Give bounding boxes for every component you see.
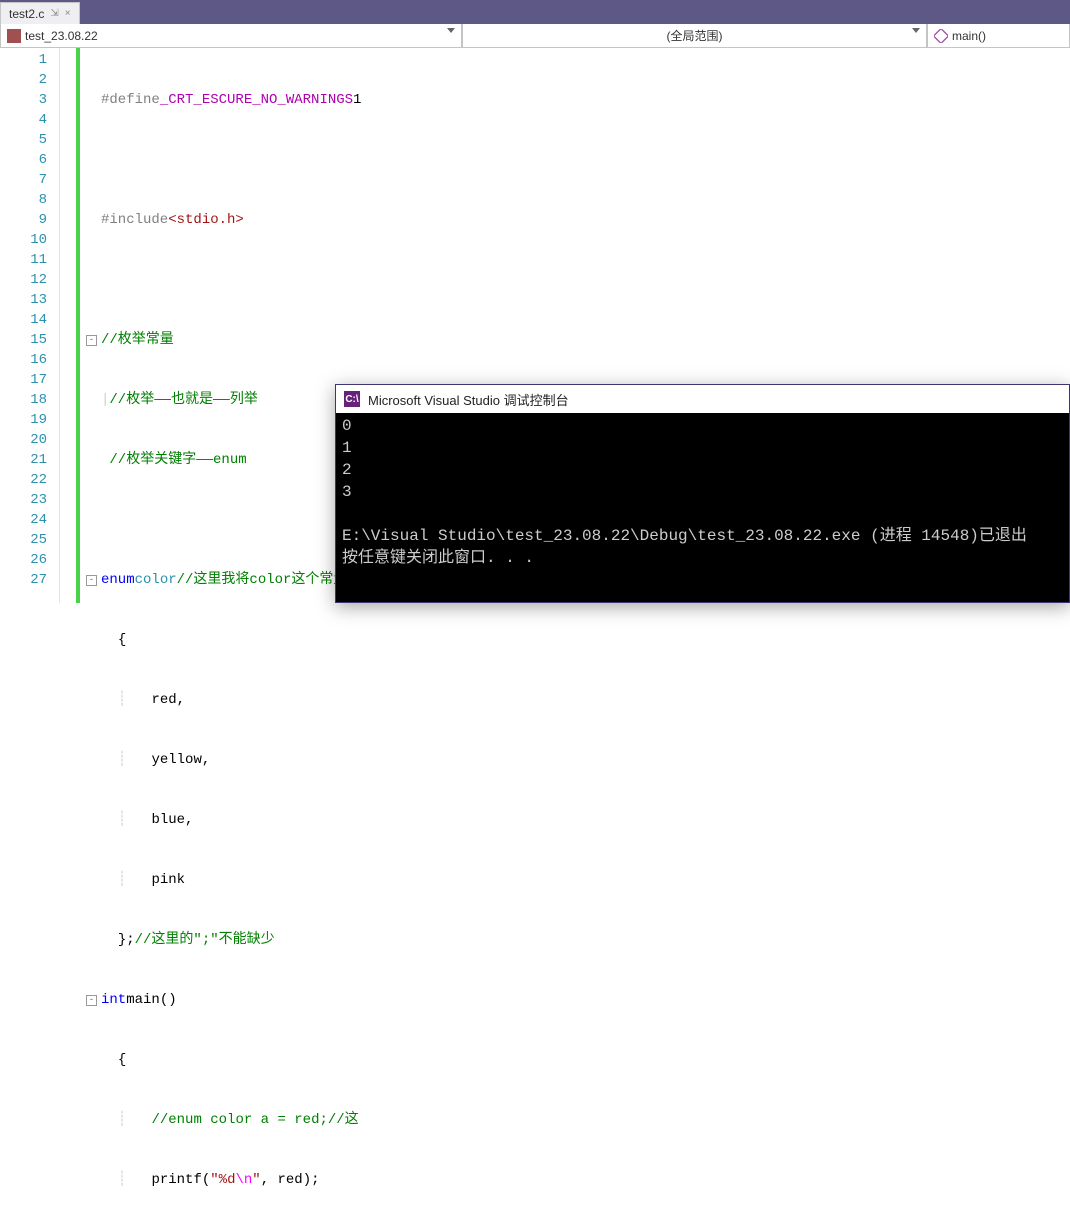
token: #define [101, 90, 160, 110]
token: //枚举――也就是――列举 [109, 390, 257, 410]
console-line: 按任意键关闭此窗口. . . [342, 549, 534, 567]
file-tab-test2c[interactable]: test2.c ⇲ × [0, 2, 80, 24]
vs-console-icon: C:\ [344, 391, 360, 407]
token: \n [235, 1170, 252, 1190]
token: int [101, 990, 126, 1010]
chevron-down-icon [447, 28, 455, 33]
token: pink [151, 870, 185, 890]
token: //枚举关键字――enum [109, 450, 246, 470]
console-line: 0 [342, 417, 352, 435]
tab-filename: test2.c [9, 7, 44, 21]
line-number-gutter: 1234567891011121314151617181920212223242… [0, 48, 60, 603]
fold-minus-icon[interactable]: - [86, 575, 97, 586]
console-output[interactable]: 0 1 2 3 E:\Visual Studio\test_23.08.22\D… [336, 413, 1069, 602]
token: yellow, [151, 750, 210, 770]
breakpoint-margin[interactable] [60, 48, 76, 603]
token: main [126, 990, 160, 1010]
pin-icon[interactable]: ⇲ [50, 8, 58, 19]
token: #include [101, 210, 168, 230]
console-line: 2 [342, 461, 352, 479]
project-selector[interactable]: test_23.08.22 [0, 24, 462, 47]
token: red, [151, 690, 185, 710]
token: " [252, 1170, 260, 1190]
scope-navbar: test_23.08.22 (全局范围) main() [0, 24, 1070, 48]
token: //enum color a = red;//这 [151, 1110, 358, 1130]
fold-minus-icon[interactable]: - [86, 335, 97, 346]
scope-selector[interactable]: (全局范围) [462, 24, 927, 47]
close-icon[interactable]: × [65, 8, 71, 19]
token: blue, [151, 810, 193, 830]
token: printf [151, 1170, 201, 1190]
token: color [135, 570, 177, 590]
function-name: main() [952, 29, 986, 43]
console-titlebar[interactable]: C:\ Microsoft Visual Studio 调试控制台 [336, 385, 1069, 413]
token: //枚举常量 [101, 330, 174, 350]
document-tabstrip: test2.c ⇲ × [0, 0, 1070, 24]
console-line: E:\Visual Studio\test_23.08.22\Debug\tes… [342, 527, 1027, 545]
token: enum [101, 570, 135, 590]
console-line: 1 [342, 439, 352, 457]
token: <stdio.h> [168, 210, 244, 230]
console-line: 3 [342, 483, 352, 501]
method-icon [934, 29, 948, 43]
token: 1 [353, 90, 361, 110]
project-icon [7, 29, 21, 43]
debug-console-window[interactable]: C:\ Microsoft Visual Studio 调试控制台 0 1 2 … [335, 384, 1070, 603]
token: "%d [210, 1170, 235, 1190]
fold-minus-icon[interactable]: - [86, 995, 97, 1006]
token: //这里的";"不能缺少 [135, 930, 275, 950]
scope-label: (全局范围) [667, 27, 723, 44]
function-selector[interactable]: main() [927, 24, 1070, 47]
project-name: test_23.08.22 [25, 29, 98, 43]
token: _CRT_ESCURE_NO_WARNINGS [160, 90, 353, 110]
chevron-down-icon [912, 28, 920, 33]
console-title-text: Microsoft Visual Studio 调试控制台 [368, 390, 569, 409]
